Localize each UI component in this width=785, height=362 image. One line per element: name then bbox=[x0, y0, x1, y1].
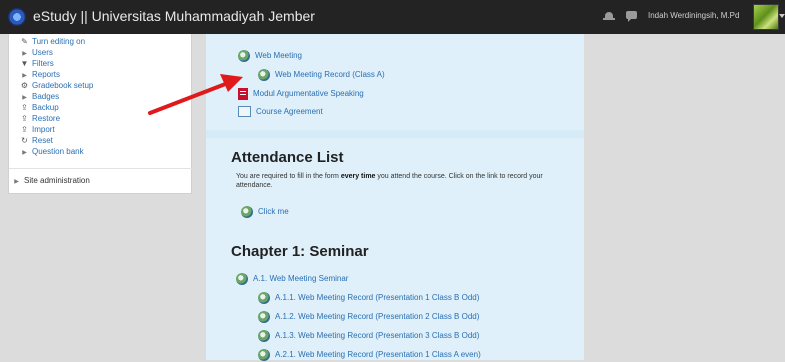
red-arrow-annotation bbox=[148, 74, 243, 115]
